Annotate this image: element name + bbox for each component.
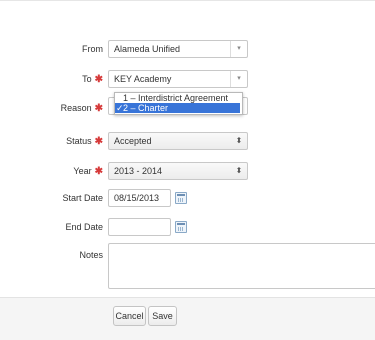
end-date-label: End Date xyxy=(65,222,103,232)
stepper-arrows-icon: ⬍ xyxy=(235,136,243,145)
status-select[interactable]: Accepted ⬍ xyxy=(108,132,248,150)
notes-label: Notes xyxy=(79,250,103,260)
start-date-label: Start Date xyxy=(62,193,103,203)
reason-dropdown-menu: 1 – Interdistrict Agreement ✓2 – Charter xyxy=(114,92,243,115)
start-date-value: 08/15/2013 xyxy=(114,193,160,203)
from-label: From xyxy=(82,44,103,54)
status-label: Status ✱ xyxy=(66,136,103,147)
year-value: 2013 - 2014 xyxy=(114,166,163,176)
calendar-icon[interactable] xyxy=(175,192,187,204)
end-date-field[interactable] xyxy=(108,218,171,236)
reason-option-2[interactable]: ✓2 – Charter xyxy=(115,103,240,113)
to-select[interactable]: KEY Academy ▾ xyxy=(108,70,248,88)
from-select[interactable]: Alameda Unified ▾ xyxy=(108,40,248,58)
year-select[interactable]: 2013 - 2014 ⬍ xyxy=(108,162,248,180)
reason-label: Reason ✱ xyxy=(60,103,103,114)
save-button[interactable]: Save xyxy=(148,306,177,326)
top-divider xyxy=(0,0,375,1)
reason-option-label: 2 – Charter xyxy=(123,103,169,113)
form-footer xyxy=(0,297,375,340)
calendar-icon[interactable] xyxy=(175,221,187,233)
required-icon: ✱ xyxy=(94,103,103,114)
to-value: KEY Academy xyxy=(114,74,172,84)
from-value: Alameda Unified xyxy=(114,44,181,54)
required-icon: ✱ xyxy=(94,166,103,177)
status-value: Accepted xyxy=(114,136,152,146)
required-icon: ✱ xyxy=(94,74,103,85)
chevron-down-icon: ▾ xyxy=(230,71,247,87)
year-label: Year ✱ xyxy=(73,166,103,177)
notes-textarea[interactable] xyxy=(108,243,375,289)
chevron-down-icon: ▾ xyxy=(230,41,247,57)
stepper-arrows-icon: ⬍ xyxy=(235,166,243,175)
reason-option-label: 1 – Interdistrict Agreement xyxy=(123,93,229,103)
start-date-field[interactable]: 08/15/2013 xyxy=(108,189,171,207)
required-icon: ✱ xyxy=(94,136,103,147)
to-label: To ✱ xyxy=(82,74,103,85)
checkmark-icon: ✓ xyxy=(116,103,124,113)
reason-option-1[interactable]: 1 – Interdistrict Agreement xyxy=(115,93,240,103)
cancel-button[interactable]: Cancel xyxy=(113,306,146,326)
